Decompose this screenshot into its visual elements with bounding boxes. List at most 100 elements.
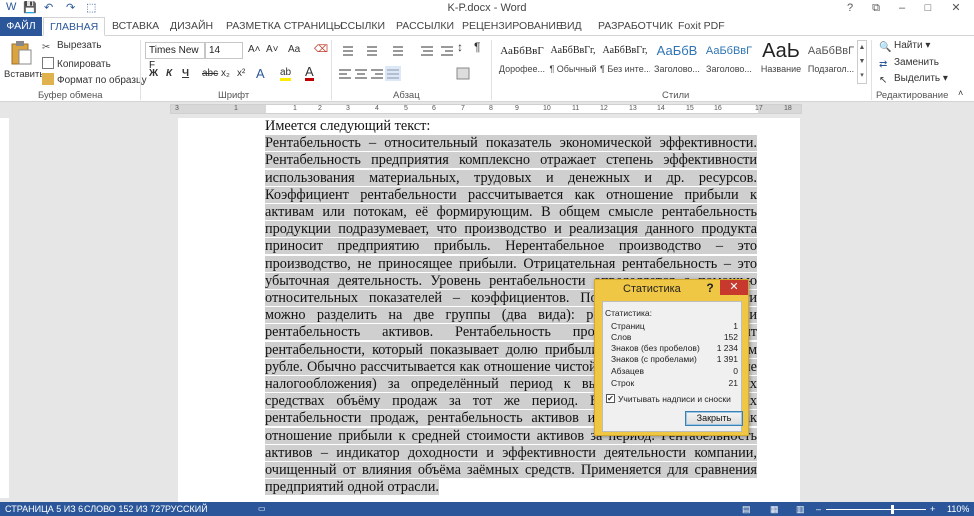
collapse-ribbon-icon[interactable]: ˄ <box>958 88 963 98</box>
select-button[interactable]: ↖ Выделить ▾ <box>879 73 948 87</box>
change-case-button[interactable]: Aa <box>288 44 300 55</box>
style-item[interactable]: АаБбВвГг, ¶ Обычный <box>548 38 598 84</box>
bold-button[interactable]: Ж <box>149 68 158 79</box>
horizontal-ruler[interactable]: 3 1 1 2 3 4 5 6 7 8 9 10 11 12 13 14 15 … <box>170 104 802 114</box>
style-preview: АаБбВвГ <box>807 45 855 57</box>
status-bar: СТРАНИЦА 5 ИЗ 6 СЛОВО 152 ИЗ 727 РУССКИЙ… <box>0 502 974 516</box>
stat-value: 152 <box>723 332 738 342</box>
zoom-slider-track[interactable] <box>826 509 926 510</box>
stat-label: Строк <box>611 378 635 388</box>
superscript-button[interactable]: x² <box>237 68 245 79</box>
statistics-dialog[interactable]: Статистика ? ✕ Статистика: Страниц 1 Сло… <box>594 279 749 436</box>
italic-button[interactable]: К <box>166 68 172 79</box>
dialog-help-icon[interactable]: ? <box>703 281 717 295</box>
text-effects-icon[interactable]: A <box>256 66 265 81</box>
cut-button[interactable]: ✂ Вырезать <box>42 40 101 54</box>
sort-icon[interactable]: ↕ <box>457 40 463 54</box>
tab-layout[interactable]: РАЗМЕТКА СТРАНИЦЫ <box>220 17 349 36</box>
pilcrow-icon[interactable]: ¶ <box>474 40 480 54</box>
print-layout-icon[interactable]: ▦ <box>770 504 779 515</box>
subscript-button[interactable]: x₂ <box>221 68 230 79</box>
ruler-number: 6 <box>432 105 436 112</box>
stat-label: Страниц <box>611 321 645 331</box>
dialog-close-icon[interactable]: ✕ <box>720 280 748 295</box>
style-item[interactable]: АаБбВвГ Подзагол... <box>806 38 856 84</box>
word-count[interactable]: СЛОВО 152 ИЗ 727 <box>84 504 165 514</box>
maximize-icon[interactable]: □ <box>914 0 942 17</box>
style-name: Дорофее... <box>498 64 546 74</box>
ruler-number: 1 <box>234 105 238 112</box>
close-dialog-button[interactable]: Закрыть <box>685 411 743 426</box>
language-indicator[interactable]: РУССКИЙ <box>165 504 208 514</box>
shrink-font-button[interactable]: A˅ <box>266 44 279 55</box>
paragraph-icons[interactable] <box>337 42 487 82</box>
copy-button[interactable]: Копировать <box>42 57 111 70</box>
help-icon[interactable]: ? <box>836 0 864 17</box>
stats-section-label: Статистика: <box>605 308 653 318</box>
strikethrough-button[interactable]: abc <box>202 68 218 79</box>
stat-label: Знаков (без пробелов) <box>611 343 700 353</box>
ruler-margin <box>758 105 801 113</box>
ruler-number: 4 <box>375 105 379 112</box>
tab-references[interactable]: ССЫЛКИ <box>334 17 391 36</box>
close-icon[interactable]: ✕ <box>942 0 970 17</box>
tab-foxit[interactable]: Foxit PDF <box>672 17 731 36</box>
zoom-out-button[interactable]: – <box>816 504 821 514</box>
ribbon: Вставить ✂ Вырезать Копировать Формат по … <box>0 36 974 102</box>
vertical-ruler[interactable] <box>0 118 9 498</box>
window-title: K-P.docx - Word <box>447 2 527 14</box>
divider <box>871 40 872 100</box>
ruler-number: 12 <box>600 105 608 112</box>
zoom-in-button[interactable]: + <box>930 504 935 514</box>
tab-review[interactable]: РЕЦЕНЗИРОВАНИЕ <box>456 17 569 36</box>
binoculars-icon: 🔍 <box>879 42 892 53</box>
grow-font-button[interactable]: A˄ <box>248 44 261 55</box>
paste-button[interactable]: Вставить <box>4 40 44 84</box>
zoom-level[interactable]: 110% <box>947 504 969 514</box>
font-name-select[interactable]: Times New F <box>145 42 205 71</box>
paragraph-group-label: Абзац <box>393 90 420 101</box>
minimize-icon[interactable]: – <box>888 0 916 17</box>
web-layout-icon[interactable]: ▥ <box>796 504 805 515</box>
tab-design[interactable]: ДИЗАЙН <box>164 17 219 36</box>
dialog-title: Статистика <box>623 283 681 295</box>
underline-button[interactable]: Ч <box>182 68 189 79</box>
highlight-icon[interactable]: ab <box>280 67 292 81</box>
stat-label: Знаков (с пробелами) <box>611 354 697 364</box>
ribbon-display-icon[interactable]: ⧉ <box>862 0 890 17</box>
format-painter-button[interactable]: Формат по образцу <box>42 73 147 86</box>
styles-scroll-icon[interactable]: ▲ ▼ ▾ <box>857 40 867 84</box>
replace-icon: ⇄ <box>879 59 888 70</box>
clear-format-icon[interactable]: ⌫ <box>314 44 328 55</box>
tab-view[interactable]: ВИД <box>554 17 588 36</box>
divider <box>331 40 332 100</box>
macro-icon[interactable]: ▭ <box>258 504 266 513</box>
tab-insert[interactable]: ВСТАВКА <box>106 17 165 36</box>
font-color-icon[interactable]: A <box>305 65 314 81</box>
include-notes-label[interactable]: Учитывать надписи и сноски <box>618 394 731 404</box>
tab-file[interactable]: ФАЙЛ <box>0 17 42 36</box>
find-button[interactable]: 🔍 Найти ▾ <box>879 40 930 54</box>
font-group-label: Шрифт <box>218 90 250 101</box>
ribbon-tabs: ФАЙЛ ГЛАВНАЯ ВСТАВКА ДИЗАЙН РАЗМЕТКА СТР… <box>0 17 974 36</box>
ruler-number: 14 <box>657 105 665 112</box>
read-mode-icon[interactable]: ▤ <box>742 504 751 515</box>
font-size-select[interactable]: 14 <box>205 42 243 59</box>
style-item[interactable]: АаБбВ Заголово... <box>652 38 702 84</box>
include-notes-checkbox[interactable]: ✔ <box>606 394 615 403</box>
tab-home[interactable]: ГЛАВНАЯ <box>43 17 106 36</box>
style-item[interactable]: АаЬ Название <box>756 38 806 84</box>
style-preview: АаБбВвГ <box>500 45 544 57</box>
tab-mailings[interactable]: РАССЫЛКИ <box>390 17 460 36</box>
style-item[interactable]: АаБбВвГг, ¶ Без инте... <box>600 38 650 84</box>
replace-button[interactable]: ⇄ Заменить <box>879 57 939 71</box>
zoom-slider-thumb[interactable] <box>891 505 894 514</box>
cut-label: Вырезать <box>57 40 102 51</box>
style-item[interactable]: АаБбВвГ Дорофее... <box>497 38 547 84</box>
style-preview: АаБбВвГг, <box>602 45 648 56</box>
ruler-number: 2 <box>318 105 322 112</box>
page-count[interactable]: СТРАНИЦА 5 ИЗ 6 <box>5 504 83 514</box>
style-item[interactable]: АаБбВвГ Заголово... <box>704 38 754 84</box>
ruler-number: 8 <box>489 105 493 112</box>
tab-developer[interactable]: РАЗРАБОТЧИК <box>592 17 679 36</box>
